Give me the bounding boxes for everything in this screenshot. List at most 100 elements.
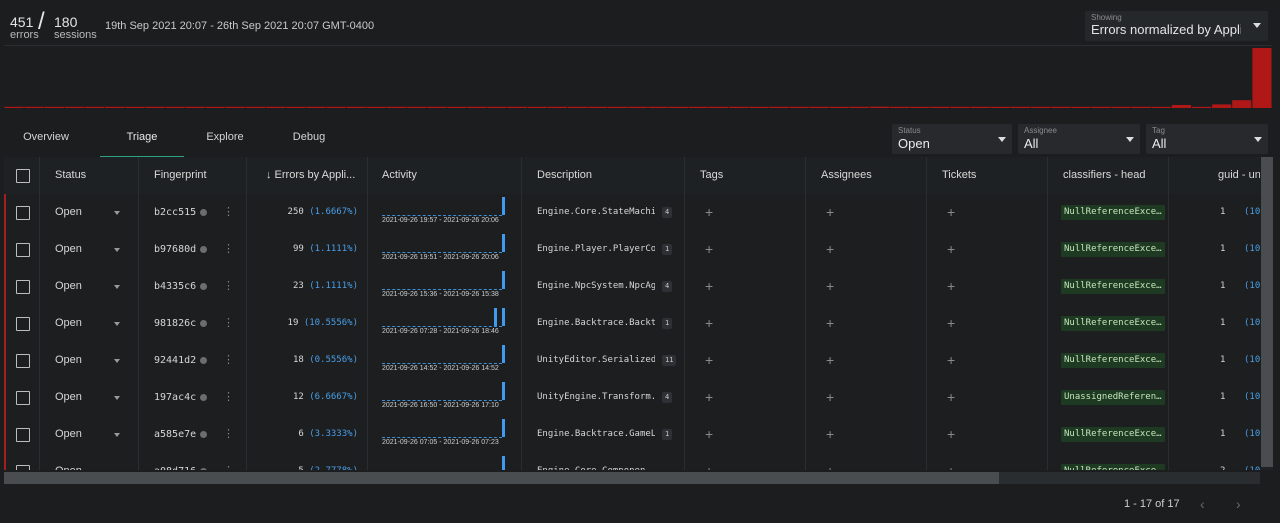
col-tags[interactable]: Tags bbox=[700, 157, 723, 194]
col-status[interactable]: Status bbox=[55, 157, 86, 194]
row-checkbox[interactable] bbox=[16, 354, 30, 368]
histogram-bar[interactable] bbox=[326, 107, 346, 108]
col-activity[interactable]: Activity bbox=[382, 157, 417, 194]
add-assignee-icon[interactable]: + bbox=[826, 205, 834, 219]
tab-debug[interactable]: Debug bbox=[272, 118, 346, 156]
table-row[interactable]: Open 197ac4c ⋮ 12 (6.6667%) 2021-09-26 16:50… bbox=[4, 379, 1260, 417]
col-assignees[interactable]: Assignees bbox=[821, 157, 872, 194]
histogram-bar[interactable] bbox=[366, 107, 386, 108]
row-checkbox[interactable] bbox=[16, 280, 30, 294]
kebab-menu-icon[interactable]: ⋮ bbox=[223, 355, 234, 366]
status-value[interactable]: Open bbox=[55, 194, 82, 231]
add-ticket-icon[interactable]: + bbox=[947, 316, 955, 330]
chevron-down-icon[interactable] bbox=[114, 396, 120, 400]
col-fingerprint[interactable]: Fingerprint bbox=[154, 157, 207, 194]
histogram-bar[interactable] bbox=[1051, 107, 1071, 108]
fingerprint-link[interactable]: 197ac4c bbox=[154, 379, 196, 416]
kebab-menu-icon[interactable]: ⋮ bbox=[223, 281, 234, 292]
status-filter[interactable]: Status Open bbox=[892, 124, 1012, 154]
histogram-bar[interactable] bbox=[286, 107, 306, 108]
histogram-bar[interactable] bbox=[1111, 107, 1131, 108]
histogram-bar[interactable] bbox=[1031, 107, 1051, 108]
add-ticket-icon[interactable]: + bbox=[947, 464, 955, 470]
chevron-down-icon[interactable] bbox=[114, 322, 120, 326]
histogram-bar[interactable] bbox=[246, 107, 266, 108]
histogram-bar[interactable] bbox=[1212, 104, 1232, 108]
chevron-down-icon[interactable] bbox=[114, 211, 120, 215]
table-row[interactable]: Open b2cc515 ⋮ 250 (1.6667%) 2021-09-26 19:5… bbox=[4, 194, 1260, 232]
kebab-menu-icon[interactable]: ⋮ bbox=[223, 466, 234, 471]
histogram-bar[interactable] bbox=[427, 107, 447, 108]
tab-overview[interactable]: Overview bbox=[0, 118, 92, 156]
add-ticket-icon[interactable]: + bbox=[947, 279, 955, 293]
add-ticket-icon[interactable]: + bbox=[947, 427, 955, 441]
settings-icon[interactable] bbox=[200, 394, 207, 401]
histogram-bar[interactable] bbox=[729, 107, 749, 108]
col-errors[interactable]: ↓ Errors by Appli... bbox=[266, 157, 366, 194]
fingerprint-link[interactable]: a08d716 bbox=[154, 453, 196, 470]
status-value[interactable]: Open bbox=[55, 305, 82, 342]
tag-filter[interactable]: Tag All bbox=[1146, 124, 1268, 154]
histogram-bar[interactable] bbox=[266, 107, 286, 108]
assignee-filter[interactable]: Assignee All bbox=[1018, 124, 1140, 154]
description-text[interactable]: Engine.Backtrace.GameL… bbox=[537, 416, 655, 453]
histogram-bar[interactable] bbox=[547, 107, 567, 108]
row-checkbox[interactable] bbox=[16, 243, 30, 257]
histogram-bar[interactable] bbox=[648, 107, 668, 108]
histogram-bar[interactable] bbox=[1071, 107, 1091, 108]
fingerprint-link[interactable]: 92441d2 bbox=[154, 342, 196, 379]
horizontal-scroll-thumb[interactable] bbox=[4, 472, 999, 484]
histogram-bar[interactable] bbox=[306, 107, 326, 108]
histogram-bar[interactable] bbox=[24, 107, 44, 108]
tab-triage[interactable]: Triage bbox=[100, 118, 184, 158]
histogram-bar[interactable] bbox=[870, 106, 890, 108]
histogram-bar[interactable] bbox=[527, 107, 547, 108]
histogram-bar[interactable] bbox=[688, 107, 708, 108]
histogram-bar[interactable] bbox=[487, 107, 507, 108]
status-value[interactable]: Open bbox=[55, 453, 82, 470]
histogram-bar[interactable] bbox=[225, 107, 245, 108]
description-text[interactable]: UnityEngine.Transform.… bbox=[537, 379, 655, 416]
classifier-tag[interactable]: NullReferenceExce… bbox=[1061, 353, 1165, 368]
add-assignee-icon[interactable]: + bbox=[826, 242, 834, 256]
classifier-tag[interactable]: NullReferenceExce… bbox=[1061, 427, 1165, 442]
classifier-tag[interactable]: NullReferenceExce… bbox=[1061, 279, 1165, 294]
add-tag-icon[interactable]: + bbox=[705, 427, 713, 441]
settings-icon[interactable] bbox=[200, 209, 207, 216]
chevron-down-icon[interactable] bbox=[114, 359, 120, 363]
histogram-bar[interactable] bbox=[749, 107, 769, 108]
add-assignee-icon[interactable]: + bbox=[826, 353, 834, 367]
add-tag-icon[interactable]: + bbox=[705, 353, 713, 367]
classifier-tag[interactable]: NullReferenceExce… bbox=[1061, 464, 1165, 470]
histogram-bar[interactable] bbox=[910, 107, 930, 108]
histogram-bar[interactable] bbox=[1091, 107, 1111, 108]
fingerprint-link[interactable]: a585e7e bbox=[154, 416, 196, 453]
add-assignee-icon[interactable]: + bbox=[826, 427, 834, 441]
histogram-bar[interactable] bbox=[970, 107, 990, 108]
status-value[interactable]: Open bbox=[55, 379, 82, 416]
status-value[interactable]: Open bbox=[55, 268, 82, 305]
showing-select[interactable]: Showing Errors normalized by Applic... bbox=[1085, 11, 1268, 41]
row-checkbox[interactable] bbox=[16, 206, 30, 220]
histogram-bar[interactable] bbox=[1131, 107, 1151, 108]
description-text[interactable]: Engine.NpcSystem.NpcAg… bbox=[537, 268, 655, 305]
kebab-menu-icon[interactable]: ⋮ bbox=[223, 207, 234, 218]
settings-icon[interactable] bbox=[200, 320, 207, 327]
histogram-bar[interactable] bbox=[930, 107, 950, 108]
histogram-bar[interactable] bbox=[44, 107, 64, 108]
description-text[interactable]: Engine.Player.PlayerCo… bbox=[537, 231, 655, 268]
settings-icon[interactable] bbox=[200, 468, 207, 470]
chevron-down-icon[interactable] bbox=[114, 285, 120, 289]
histogram-bar[interactable] bbox=[668, 107, 688, 108]
histogram-bar[interactable] bbox=[1252, 48, 1272, 108]
status-value[interactable]: Open bbox=[55, 231, 82, 268]
row-checkbox[interactable] bbox=[16, 317, 30, 331]
histogram-bar[interactable] bbox=[809, 107, 829, 108]
classifier-tag[interactable]: NullReferenceExce… bbox=[1061, 205, 1165, 220]
histogram-bar[interactable] bbox=[205, 107, 225, 108]
fingerprint-link[interactable]: b2cc515 bbox=[154, 194, 196, 231]
classifier-tag[interactable]: NullReferenceExce… bbox=[1061, 316, 1165, 331]
settings-icon[interactable] bbox=[200, 357, 207, 364]
description-text[interactable]: Engine.Backtrace.Backt… bbox=[537, 305, 655, 342]
histogram-bar[interactable] bbox=[1192, 107, 1212, 108]
